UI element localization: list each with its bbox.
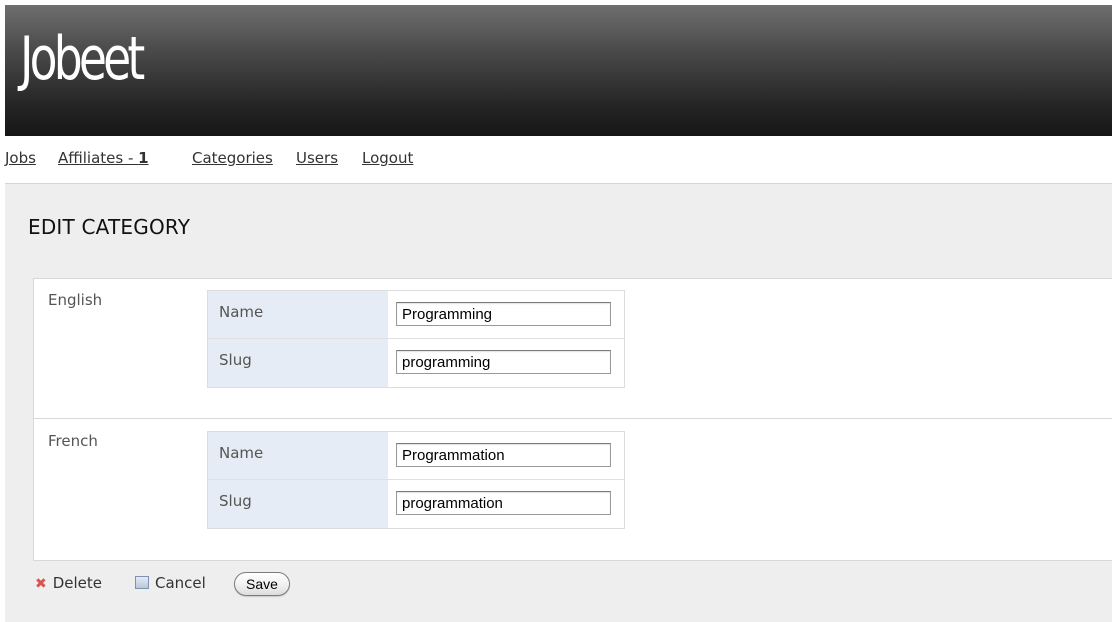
page-title: EDIT CATEGORY — [28, 215, 191, 239]
french-fields-table: Name Slug — [207, 431, 625, 529]
name-row: Name — [208, 291, 624, 339]
affiliates-count: 1 — [138, 149, 149, 167]
nav-link-users-label: Users — [296, 149, 339, 167]
cancel-label: Cancel — [155, 574, 206, 592]
nav-link-users[interactable]: Users — [296, 149, 338, 167]
french-name-input[interactable] — [396, 443, 611, 467]
nav-link-categories[interactable]: Categories — [192, 149, 273, 167]
name-label-cell: Name — [208, 432, 388, 480]
slug-row: Slug — [208, 479, 624, 528]
language-label-english: English — [48, 291, 103, 309]
name-label-cell: Name — [208, 291, 388, 339]
delete-link[interactable]: ✖ Delete — [35, 574, 102, 592]
admin-menu: Jobs Affiliates - 1 Categories Users Log… — [5, 136, 1112, 184]
delete-label: Delete — [52, 574, 103, 592]
x-mark-icon: ✖ — [35, 576, 47, 592]
content-area: EDIT CATEGORY English Name Slug — [5, 184, 1112, 622]
header-banner: Jobeet — [5, 5, 1112, 136]
nav-link-categories-label: Categories — [192, 149, 273, 167]
language-divider — [34, 418, 1112, 419]
nav-link-logout[interactable]: Logout — [362, 149, 413, 167]
english-fields-table: Name Slug — [207, 290, 625, 388]
logo[interactable]: Jobeet — [20, 29, 145, 89]
nav-link-jobs-label: Jobs — [5, 149, 36, 167]
cancel-link[interactable]: Cancel — [135, 574, 206, 592]
name-row: Name — [208, 432, 624, 480]
name-label: Name — [219, 303, 264, 321]
english-slug-input[interactable] — [396, 350, 611, 374]
english-name-input[interactable] — [396, 302, 611, 326]
page: Jobeet Jobs Affiliates - 1 Categories Us… — [0, 0, 1112, 622]
slug-row: Slug — [208, 338, 624, 387]
language-label-french: French — [48, 432, 98, 450]
nav-link-affiliates[interactable]: Affiliates - 1 — [58, 149, 149, 167]
list-icon — [135, 576, 149, 589]
save-button[interactable]: Save — [234, 572, 290, 596]
slug-label: Slug — [219, 492, 252, 510]
french-slug-input[interactable] — [396, 491, 611, 515]
nav-link-affiliates-label: Affiliates - — [58, 149, 139, 167]
slug-label: Slug — [219, 351, 252, 369]
slug-label-cell: Slug — [208, 480, 388, 528]
nav-link-logout-label: Logout — [362, 149, 414, 167]
nav-link-jobs[interactable]: Jobs — [5, 149, 36, 167]
name-label: Name — [219, 444, 264, 462]
category-form: English Name Slug French — [33, 278, 1112, 561]
slug-label-cell: Slug — [208, 339, 388, 387]
